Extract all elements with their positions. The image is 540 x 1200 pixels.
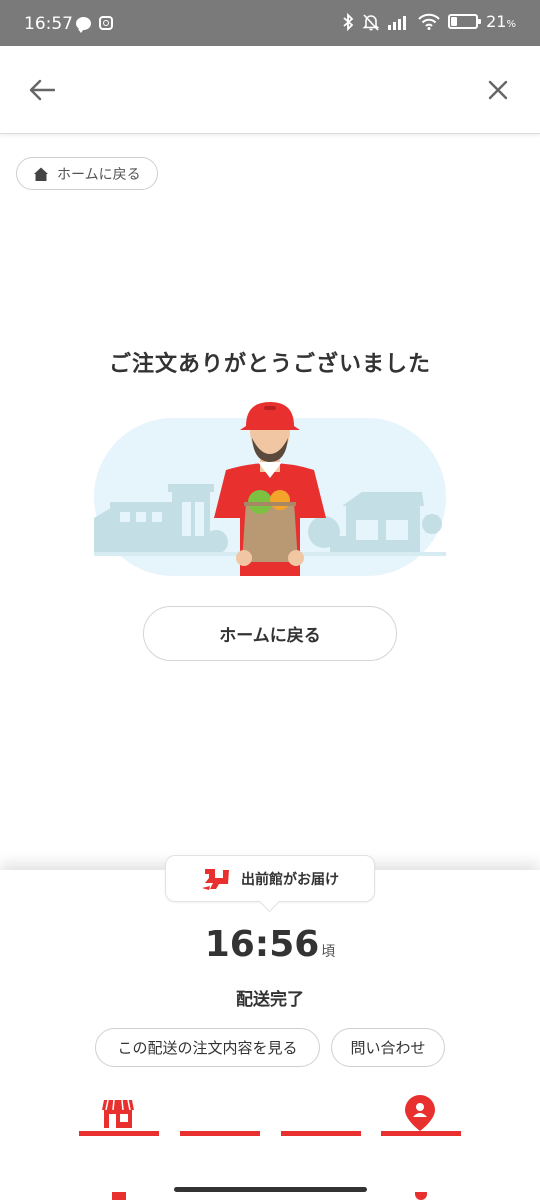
progress-step-1 (79, 1131, 159, 1136)
battery-percent: 21% (486, 12, 516, 31)
location-pin-icon (405, 1095, 435, 1131)
page-title: ご注文ありがとうございました (108, 352, 431, 377)
delivery-person-illustration (94, 402, 446, 576)
progress-step-3 (281, 1131, 361, 1136)
bell-off-icon (362, 13, 380, 31)
delivery-status: 配送完了 (236, 990, 304, 1010)
eta-time: 16:56 (204, 924, 320, 965)
arrow-left-icon (29, 79, 55, 101)
back-button[interactable] (22, 70, 62, 110)
demaecan-logo-icon (202, 868, 229, 890)
close-button[interactable] (478, 70, 518, 110)
eta: 16:56 頃 (0, 924, 540, 965)
order-details-button[interactable]: この配送の注文内容を見る (95, 1028, 320, 1067)
gesture-bar[interactable] (174, 1187, 367, 1192)
home-icon (34, 167, 48, 181)
line-icon (76, 16, 91, 33)
store-icon (102, 1099, 134, 1128)
peek-store-icon (112, 1192, 126, 1200)
instagram-icon (99, 16, 113, 30)
battery-icon (448, 14, 482, 29)
close-icon (488, 80, 508, 100)
status-bar: 16:57 21% (0, 0, 540, 46)
progress-step-4 (381, 1131, 461, 1136)
contact-button[interactable]: 問い合わせ (331, 1028, 445, 1067)
app-header (0, 46, 540, 134)
signal-icon (388, 15, 407, 30)
home-button[interactable]: ホームに戻る (143, 606, 397, 661)
progress-step-2 (180, 1131, 260, 1136)
status-time: 16:57 (24, 14, 73, 34)
bluetooth-icon (343, 12, 354, 31)
home-chip-button[interactable]: ホームに戻る (16, 157, 158, 190)
wifi-icon (418, 13, 440, 30)
provider-badge: 出前館がお届け (165, 855, 375, 902)
home-chip-label: ホームに戻る (57, 166, 141, 183)
provider-name: 出前館がお届け (241, 871, 339, 888)
eta-suffix: 頃 (321, 944, 336, 960)
